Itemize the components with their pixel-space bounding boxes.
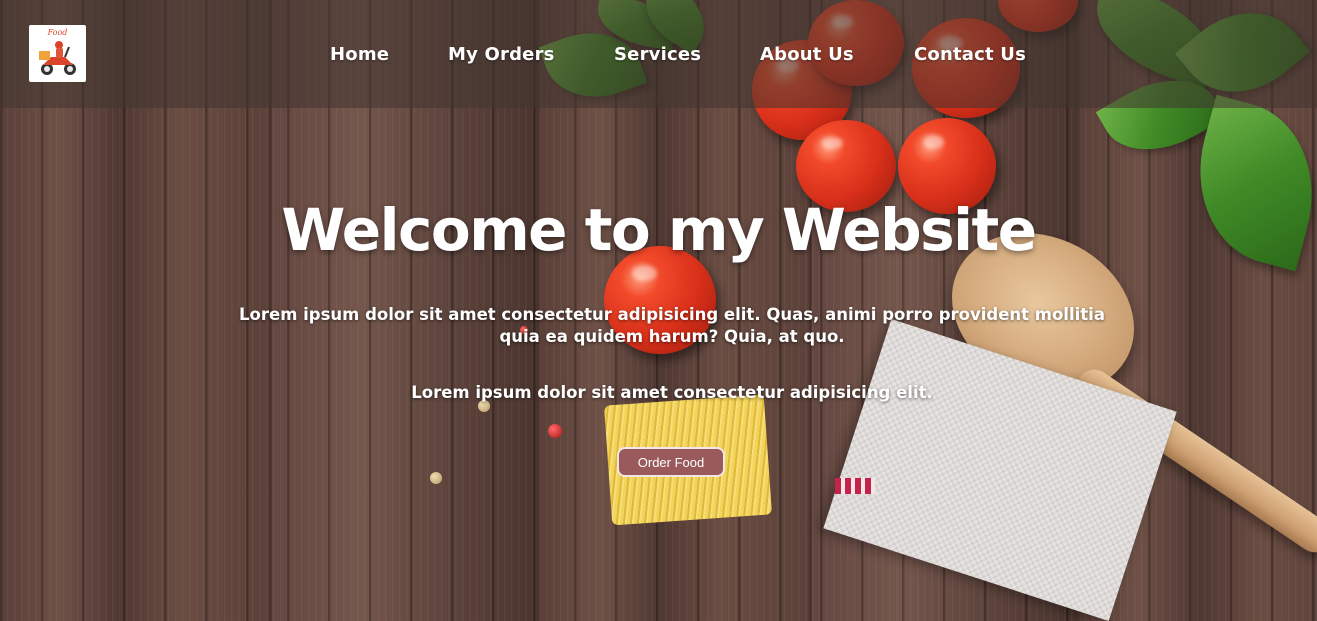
- nav-link-home[interactable]: Home: [330, 44, 389, 65]
- hero-title: Welcome to my Website: [281, 196, 1037, 264]
- site-logo[interactable]: Food: [29, 25, 86, 82]
- nav-link-about-us[interactable]: About Us: [760, 44, 854, 65]
- nav-link-services[interactable]: Services: [614, 44, 701, 65]
- nav-link-my-orders[interactable]: My Orders: [448, 44, 555, 65]
- navbar: Food Home My Orders Services About Us Co…: [0, 0, 1317, 108]
- order-food-button[interactable]: Order Food: [617, 447, 725, 477]
- nav-link-contact-us[interactable]: Contact Us: [914, 44, 1026, 65]
- hero-paragraph: Lorem ipsum dolor sit amet consectetur a…: [239, 305, 1105, 346]
- delivery-scooter-icon: [39, 41, 76, 75]
- hero-paragraph-secondary: Lorem ipsum dolor sit amet consectetur a…: [411, 383, 933, 402]
- logo-script-text: Food: [47, 28, 68, 37]
